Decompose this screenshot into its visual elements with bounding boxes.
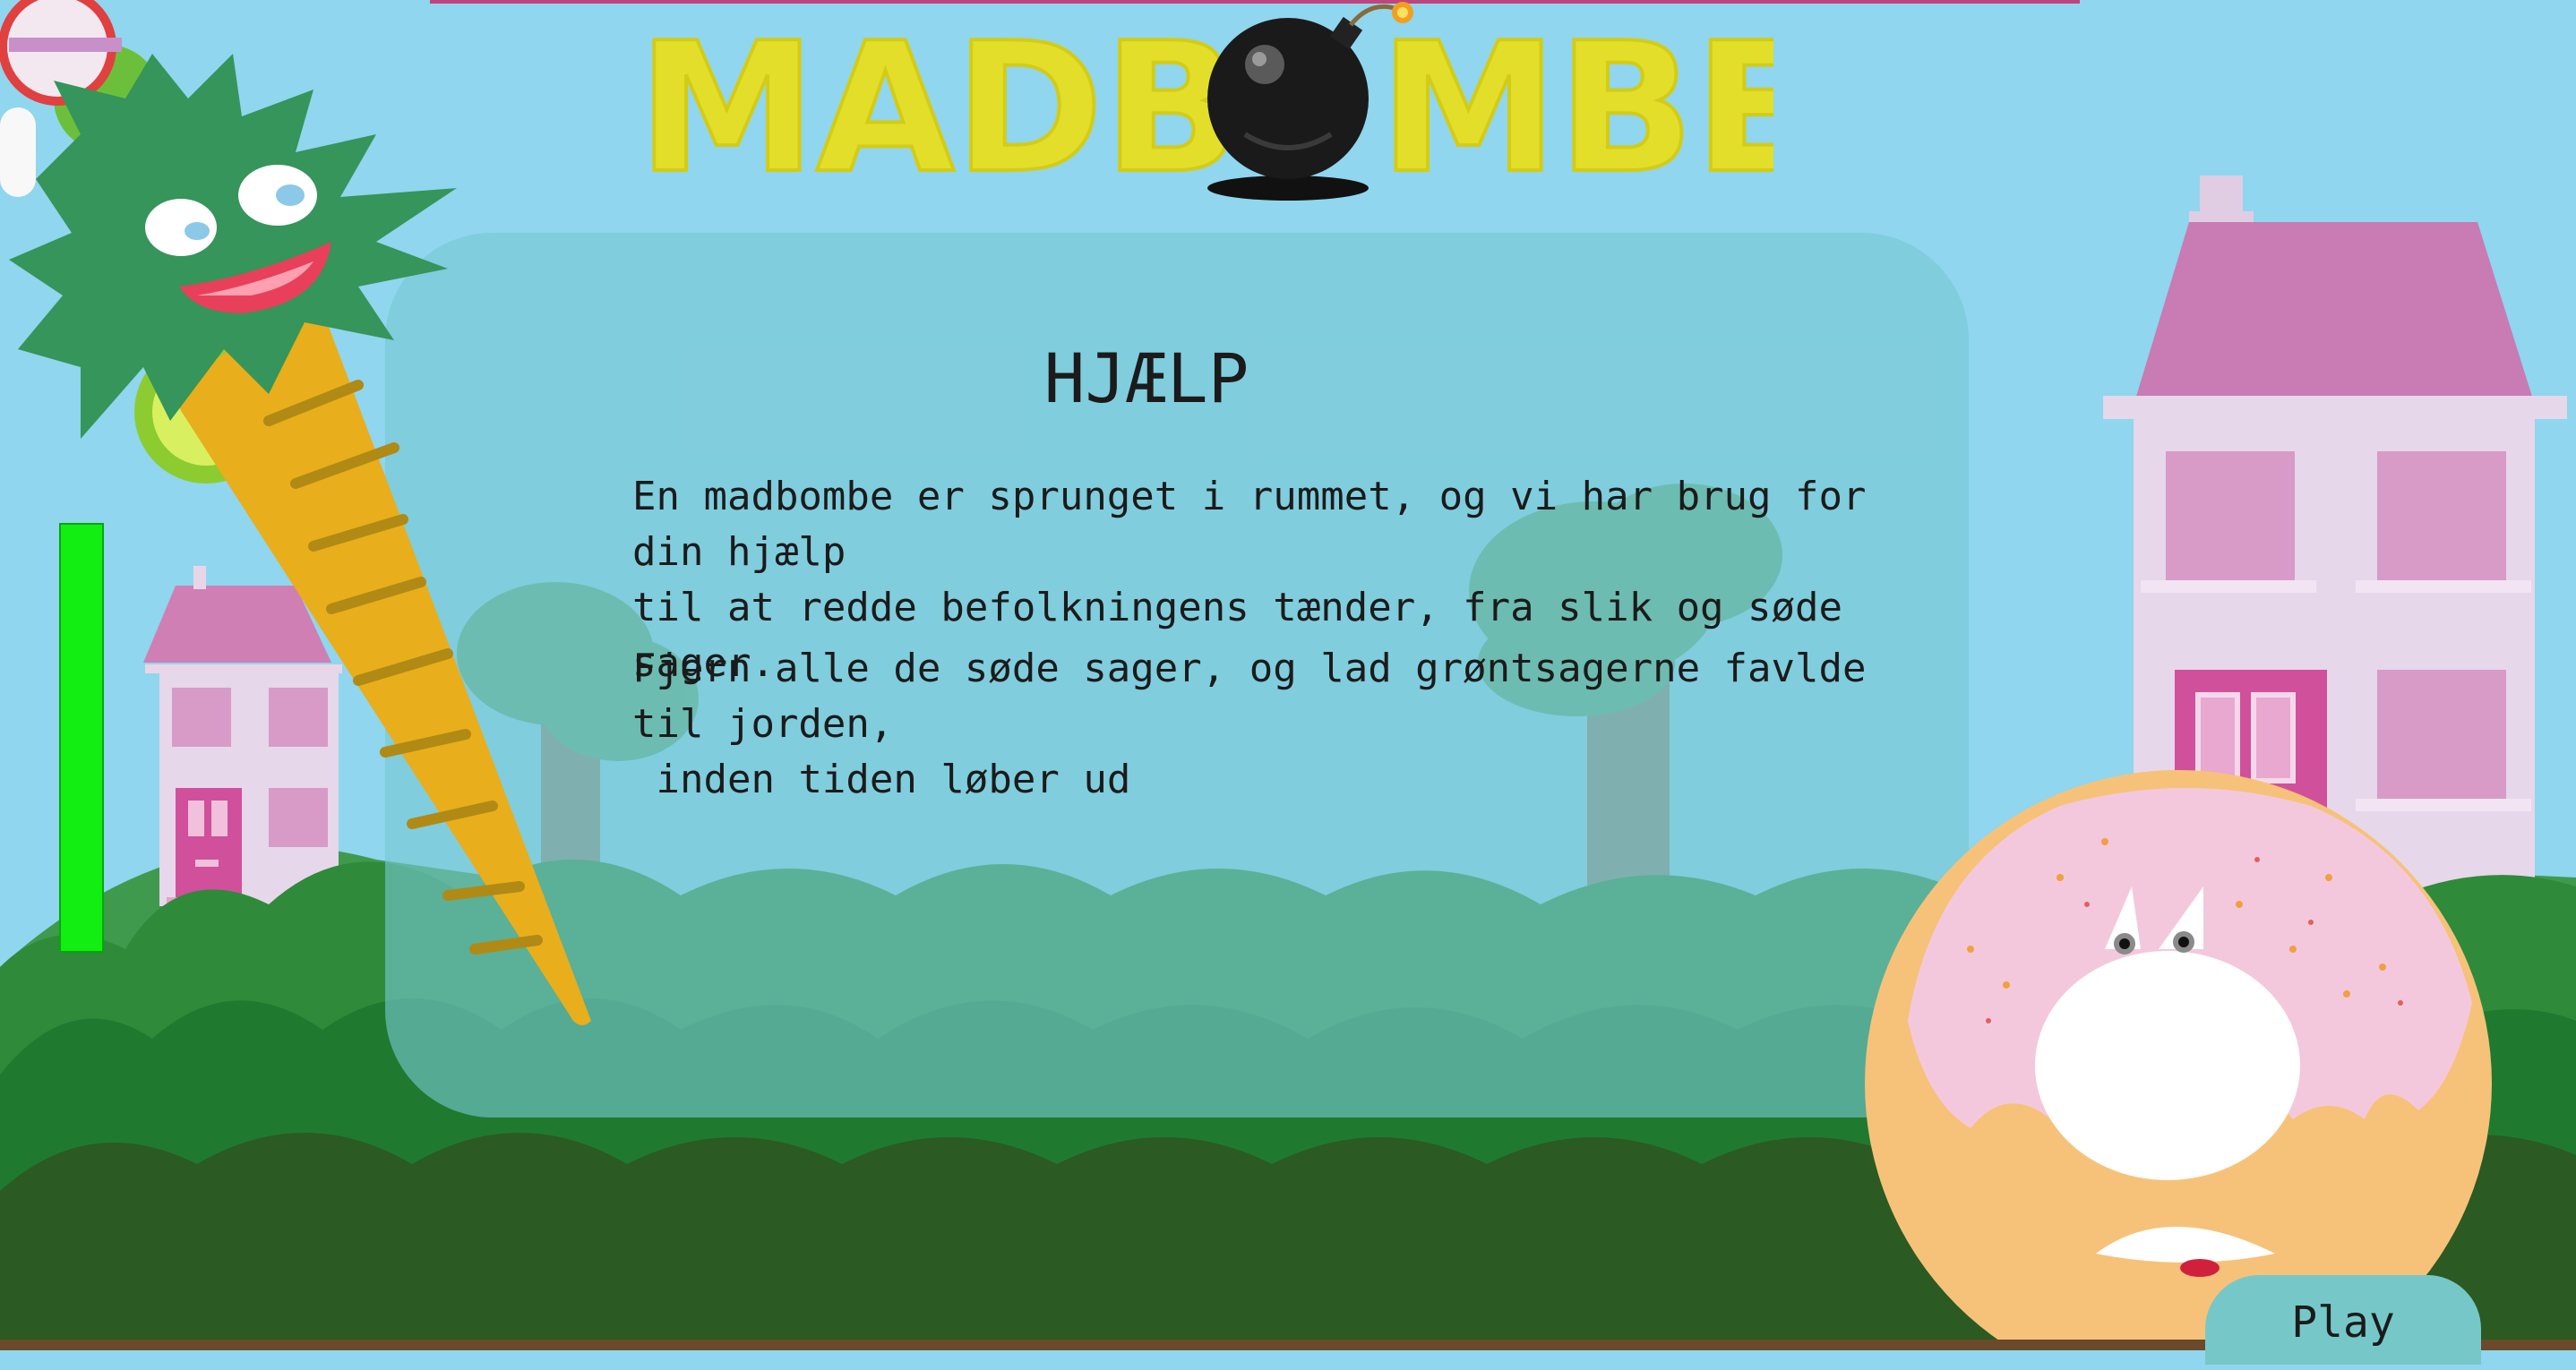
donut-character bbox=[1865, 770, 2492, 1350]
game-scene: MADB MBE HJÆLP En madbombe er sprunget i… bbox=[0, 0, 2576, 1365]
carrot-character bbox=[9, 54, 591, 1025]
characters-layer bbox=[0, 0, 2492, 1350]
ground-strip bbox=[0, 1340, 2576, 1350]
play-button[interactable]: Play bbox=[2205, 1275, 2481, 1365]
